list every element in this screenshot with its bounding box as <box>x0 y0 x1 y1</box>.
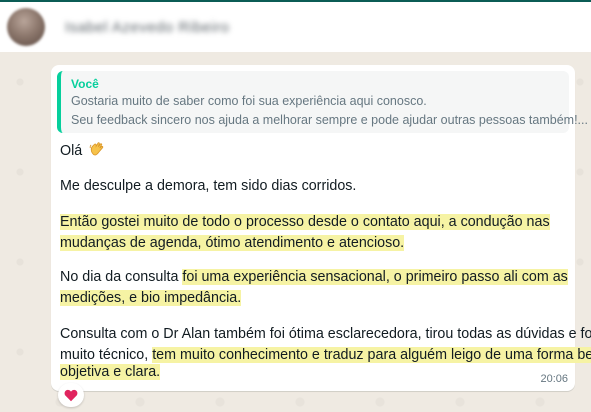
quoted-message[interactable]: Você Gostaria muito de saber como foi su… <box>57 71 588 133</box>
highlighted-text: Então gostei muito de todo o processo de… <box>60 214 550 230</box>
highlighted-text: objetiva e clara. <box>60 364 161 380</box>
highlighted-text: foi uma experiência sensacional, o prime… <box>182 269 568 285</box>
greeting-text: Olá <box>60 143 83 159</box>
plain-text: No dia da consulta <box>60 269 183 285</box>
contact-name[interactable]: Isabel Azevedo Ribeiro <box>65 19 229 36</box>
message-bubble[interactable]: Você Gostaria muito de saber como foi su… <box>51 65 591 391</box>
message-text: objetiva e clara. <box>60 362 161 383</box>
message-timestamp: 20:06 <box>540 373 568 385</box>
waving-hand-icon <box>89 142 104 156</box>
message-text: No dia da consulta foi uma experiência s… <box>60 267 568 288</box>
message-text: Me desculpe a demora, tem sido dias corr… <box>60 178 357 194</box>
quote-author: Você <box>71 77 99 91</box>
quote-line: Seu feedback sincero nos ajuda a melhora… <box>71 113 588 127</box>
plain-text: muito técnico, <box>60 347 153 363</box>
message-text: Então gostei muito de todo o processo de… <box>60 212 550 233</box>
message-text: medições, e bio impedância. <box>60 288 242 309</box>
heart-icon <box>64 389 78 401</box>
highlighted-text: medições, e bio impedância. <box>60 290 242 306</box>
highlighted-text: tem muito conhecimento e traduz para alg… <box>152 347 591 363</box>
highlighted-text: mudanças de agenda, ótimo atendimento e … <box>60 235 405 251</box>
message-text: mudanças de agenda, ótimo atendimento e … <box>60 233 405 254</box>
message-text: Consulta com o Dr Alan também foi ótima … <box>60 326 591 342</box>
avatar[interactable] <box>7 8 45 46</box>
message-greeting-line: Olá <box>60 140 106 162</box>
reaction-badge[interactable] <box>58 383 84 407</box>
quote-line: Gostaria muito de saber como foi sua exp… <box>71 94 427 108</box>
chat-header[interactable]: Isabel Azevedo Ribeiro <box>0 0 591 52</box>
